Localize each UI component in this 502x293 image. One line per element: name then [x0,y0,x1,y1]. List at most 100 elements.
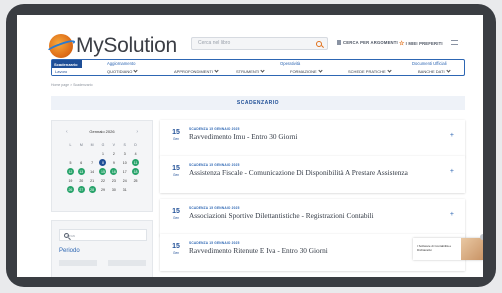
card-kicker: SCADENZA 15 GENNAIO 2025 [189,206,240,210]
card-date: 15 Gen [169,208,183,220]
period-option[interactable] [108,260,146,266]
calendar-day[interactable]: 8 [99,159,107,166]
favorites-link[interactable]: ☆I MIEI PREFERITI [399,40,443,47]
nav-item-quotidiano[interactable]: QUOTIDIANO [107,68,138,74]
card-month: Gen [172,251,180,255]
calendar-day[interactable]: 23 [108,177,119,184]
filter-search-input[interactable]: Cerca [59,229,147,241]
calendar-day[interactable]: 26 [66,186,74,193]
chevron-down-icon [318,68,323,73]
nav-item-strumenti[interactable]: STRUMENTI [236,68,265,74]
calendar-day[interactable]: 31 [119,186,130,193]
calendar-day[interactable]: 27 [77,186,85,193]
nav-item-schede-pratiche[interactable]: SCHEDE PRATICHE [348,68,392,74]
nav-item-formazione[interactable]: FORMAZIONE [290,68,323,74]
expand-plus-icon[interactable]: + [450,168,454,175]
main-nav: Scadenzario Lavoro Aggiornamento Operati… [51,59,465,76]
calendar-day[interactable]: 15 [99,168,107,175]
nav-item-label: QUOTIDIANO [107,69,133,74]
deadline-card[interactable]: 15 Gen SCADENZA 15 GENNAIO 2025 Ravvediment… [160,120,465,157]
calendar-day[interactable]: 30 [108,186,119,193]
promo-banner[interactable]: I Software di Contabilità e Dichiarativi [413,234,483,260]
deadline-card[interactable]: 15 Gen SCADENZA 15 GENNAIO 2025 Associazion… [160,199,465,236]
calendar-day[interactable]: 14 [87,168,98,175]
chevron-down-icon [387,68,392,73]
calendar-day[interactable]: 1 [98,150,109,157]
card-title[interactable]: Associazioni Sportive Dilettantistiche -… [189,211,429,220]
close-icon[interactable] [480,234,483,240]
card-day: 15 [172,129,180,136]
menu-icon[interactable] [451,40,458,45]
card-day: 15 [172,243,180,250]
expand-plus-icon[interactable]: + [450,211,454,218]
calendar-day[interactable]: 13 [77,168,85,175]
topic-search-link[interactable]: CERCA PER ARGOMENTI [337,40,398,45]
card-date: 15 Gen [169,165,183,177]
search-icon[interactable] [316,41,322,47]
calendar-day[interactable]: 19 [65,177,76,184]
nav-chip-top: Scadenzario [54,62,78,67]
calendar-day[interactable]: 12 [66,168,74,175]
chevron-down-icon [260,68,265,73]
page-title: SCADENZARIO [236,100,280,106]
calendar-day[interactable]: 10 [119,159,130,166]
nav-item-label: STRUMENTI [236,69,260,74]
nav-item-banche-dati[interactable]: BANCHE DATI [418,68,451,74]
calendar-day [76,150,87,157]
section-bar: SCADENZARIO [51,96,465,110]
calendar-day[interactable]: 5 [65,159,76,166]
chevron-right-icon[interactable]: › [136,129,138,135]
weekday-label: M [79,142,83,147]
calendar-day[interactable]: 2 [108,150,119,157]
calendar-day[interactable]: 7 [87,159,98,166]
search-input[interactable]: Cerca nel libro [191,37,328,50]
calendar-day[interactable]: 16 [110,168,118,175]
promo-text: I Software di Contabilità e Dichiarativi [417,244,452,252]
card-month: Gen [172,137,180,141]
card-title[interactable]: Assistenza Fiscale - Comunicazione Di Di… [189,168,429,177]
calendar-day[interactable]: 6 [76,159,87,166]
card-kicker: SCADENZA 15 GENNAIO 2025 [189,241,240,245]
calendar-day[interactable]: 28 [88,186,96,193]
weekday-label: G [101,142,105,147]
card-month: Gen [172,173,180,177]
calendar-day[interactable]: 22 [98,177,109,184]
calendar-day[interactable]: 18 [132,168,140,175]
card-title[interactable]: Ravvedimento Ritenute E Iva - Entro 30 G… [189,246,429,255]
calendar-day [65,150,76,157]
deadline-card[interactable]: 15 Gen SCADENZA 15 GENNAIO 2025 Assistenza … [160,156,465,193]
calendar-day[interactable]: 4 [130,150,141,157]
calendar-day[interactable]: 21 [87,177,98,184]
weekday-label: L [69,142,72,147]
search-icon[interactable] [64,233,69,238]
screen: MySolution Cerca nel libro CERCA PER ARG… [17,15,483,277]
weekday-label: D [134,142,137,147]
nav-item-approfondimenti[interactable]: APPROFONDIMENTI [174,68,219,74]
calendar-day [130,186,141,193]
card-date: 15 Gen [169,129,183,141]
calendar-day[interactable]: 25 [130,177,141,184]
calendar-day[interactable]: 24 [119,177,130,184]
weekday-label: V [112,142,116,147]
list-icon [337,40,341,45]
chevron-down-icon [133,68,138,73]
calendar-day[interactable]: 11 [132,159,140,166]
calendar-day[interactable]: 17 [119,168,130,175]
card-kicker: SCADENZA 15 GENNAIO 2025 [189,127,240,131]
calendar-day[interactable]: 20 [76,177,87,184]
logo[interactable]: MySolution [45,34,177,58]
globe-logo-icon [45,34,77,58]
logo-text: MySolution [76,34,177,57]
breadcrumb[interactable]: Home page > Scadenzario [51,83,93,87]
nav-item-label: APPROFONDIMENTI [174,69,213,74]
star-icon: ☆ [399,41,405,47]
calendar-day[interactable]: 3 [119,150,130,157]
nav-chip-bottom: Lavoro [55,69,68,74]
calendar-day[interactable]: 9 [108,159,119,166]
card-title[interactable]: Ravvedimento Imu - Entro 30 Giorni [189,132,429,141]
period-option[interactable] [59,260,97,266]
expand-plus-icon[interactable]: + [450,132,454,139]
filter-panel: Cerca Periodo [51,220,153,277]
nav-chip[interactable]: Scadenzario Lavoro [52,60,82,75]
calendar-day[interactable]: 29 [98,186,109,193]
